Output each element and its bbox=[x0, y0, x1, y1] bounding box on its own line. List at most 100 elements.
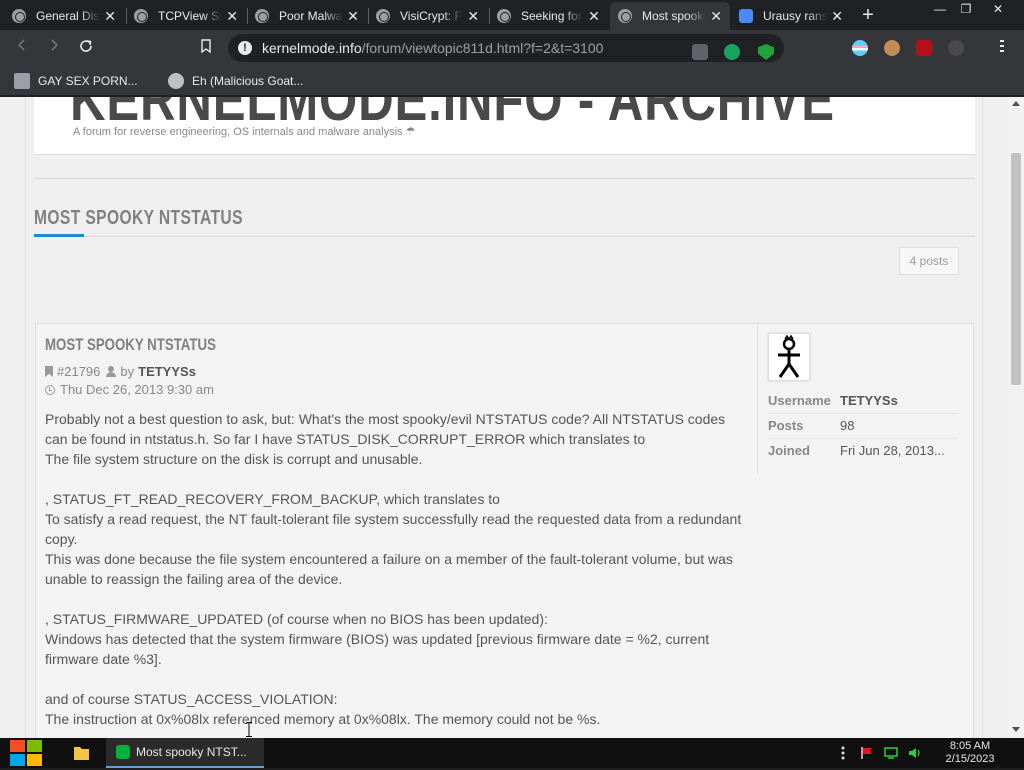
taskbar-clock[interactable]: 8:05 AM 2/15/2023 bbox=[932, 740, 1008, 766]
post-id-link[interactable]: #21796 bbox=[57, 364, 100, 379]
post-paragraph: Windows has detected that the system fir… bbox=[45, 631, 710, 667]
tab-visicrypt[interactable]: VisiCrypt: Fi ✕ bbox=[368, 2, 488, 30]
clock-icon bbox=[45, 384, 55, 395]
post-paragraph: Probably not a best question to ask, but… bbox=[45, 411, 726, 447]
kebab-menu-icon bbox=[1000, 40, 1004, 52]
flag-extension-icon[interactable] bbox=[852, 40, 868, 56]
taskbar-app-browser[interactable]: Most spooky NTST... bbox=[106, 738, 264, 768]
close-icon[interactable]: ✕ bbox=[104, 8, 116, 25]
scroll-up-arrow-icon[interactable] bbox=[1012, 101, 1020, 106]
site-header: KERNELMODE.INFO - ARCHIVE A forum for re… bbox=[34, 97, 975, 155]
close-icon[interactable]: ✕ bbox=[831, 8, 843, 25]
window-close-button[interactable]: ✕ bbox=[982, 0, 1014, 18]
post-spacer bbox=[45, 589, 745, 609]
divider bbox=[34, 178, 975, 179]
shield-extension-icon[interactable] bbox=[758, 44, 774, 60]
post-paragraph: , STATUS_FT_READ_RECOVERY_FROM_BACKUP, w… bbox=[45, 491, 500, 507]
avatar-extension-icon[interactable] bbox=[884, 40, 900, 56]
tab-title: Urausy ransomware bbox=[763, 9, 828, 23]
page-scrollbar[interactable] bbox=[1008, 97, 1024, 738]
profile-label: Username bbox=[768, 393, 831, 408]
close-icon[interactable]: ✕ bbox=[347, 8, 359, 25]
profile-joined: Fri Jun 28, 2013... bbox=[840, 443, 945, 458]
close-icon[interactable]: ✕ bbox=[587, 8, 601, 25]
globe-icon bbox=[497, 9, 511, 23]
tab-general-discussion[interactable]: General Discussion ✕ bbox=[4, 2, 124, 30]
post-profile: Username TETYYSs Posts 98 Joined Fri Jun… bbox=[757, 324, 967, 474]
taskbar: Most spooky NTST... 8:05 AM 2/15/2023 bbox=[0, 738, 1024, 768]
close-icon[interactable]: ✕ bbox=[466, 8, 480, 25]
start-button[interactable] bbox=[8, 740, 44, 766]
extension-icon[interactable] bbox=[948, 40, 964, 56]
volume-icon[interactable] bbox=[908, 746, 922, 760]
restore-button[interactable]: ❐ bbox=[950, 0, 982, 18]
profile-username-row: Username TETYYSs bbox=[768, 390, 958, 414]
text-cursor-icon bbox=[246, 722, 252, 737]
post-paragraph: and of course STATUS_ACCESS_VIOLATION: bbox=[45, 691, 338, 707]
back-button[interactable] bbox=[12, 38, 32, 58]
tab-seeking-for[interactable]: Seeking for ✕ bbox=[489, 2, 609, 30]
folder-icon bbox=[74, 747, 89, 760]
forward-arrow-icon bbox=[51, 39, 59, 51]
tab-most-spooky-ntstatus[interactable]: Most spooky NTSTATUS ✕ bbox=[610, 2, 730, 30]
tab-title: Seeking for bbox=[521, 9, 582, 23]
file-explorer-button[interactable] bbox=[66, 741, 96, 765]
clock-time: 8:05 AM bbox=[949, 740, 991, 752]
globe-icon bbox=[376, 9, 390, 23]
bookmark-item[interactable]: Eh (Malicious Goat... bbox=[168, 72, 303, 90]
post-date-text: Thu Dec 26, 2013 9:30 am bbox=[60, 382, 214, 397]
site-info-icon[interactable]: ! bbox=[238, 41, 252, 55]
tab-title: VisiCrypt: Fi bbox=[400, 9, 463, 23]
tab-poor-malware[interactable]: Poor Malware ✕ bbox=[247, 2, 367, 30]
browser-toolbar: ! kernelmode.info/forum/viewtopic811d.ht… bbox=[0, 30, 1024, 66]
grammar-extension-icon[interactable] bbox=[724, 44, 740, 60]
profile-posts: 98 bbox=[840, 418, 855, 433]
stick-figure-avatar-icon bbox=[778, 334, 800, 378]
tab-strip: General Discussion ✕ TCPView Suspicious … bbox=[0, 0, 1024, 30]
network-icon[interactable] bbox=[884, 746, 898, 760]
bookmark-item[interactable]: GAY SEX PORN... bbox=[14, 72, 138, 90]
post-paragraph: The instruction at 0x%08lx referenced me… bbox=[45, 711, 601, 727]
title-accent-bar bbox=[34, 234, 84, 237]
bookmark-star-button[interactable] bbox=[196, 38, 216, 58]
post-heading[interactable]: MOST SPOOKY NTSTATUS bbox=[45, 335, 216, 355]
bookmarks-bar: GAY SEX PORN... Eh (Malicious Goat... bbox=[0, 66, 1024, 96]
tray-overflow-icon[interactable] bbox=[836, 746, 850, 760]
profile-label: Joined bbox=[768, 443, 810, 458]
close-icon[interactable]: ✕ bbox=[226, 8, 238, 25]
avatar[interactable] bbox=[768, 333, 810, 381]
tab-title: Poor Malware bbox=[279, 9, 343, 23]
ublock-icon[interactable] bbox=[916, 40, 932, 56]
close-icon[interactable]: ✕ bbox=[710, 8, 722, 25]
menu-button[interactable] bbox=[992, 38, 1012, 58]
browser-app-icon bbox=[116, 745, 130, 759]
by-label: by bbox=[120, 364, 135, 379]
post-paragraph: , STATUS_FIRMWARE_UPDATED (of course whe… bbox=[45, 611, 548, 627]
reload-icon bbox=[80, 40, 92, 52]
post-paragraph: The file system structure on the disk is… bbox=[45, 451, 423, 467]
profile-joined-row: Joined Fri Jun 28, 2013... bbox=[768, 440, 958, 464]
scroll-down-arrow-icon[interactable] bbox=[1012, 727, 1020, 732]
site-description: A forum for reverse engineering, OS inte… bbox=[73, 126, 416, 138]
forum-container: KERNELMODE.INFO - ARCHIVE A forum for re… bbox=[25, 97, 983, 738]
post: MOST SPOOKY NTSTATUS #21796 by TETYYSs T… bbox=[35, 323, 974, 738]
topic-title[interactable]: MOST SPOOKY NTSTATUS bbox=[34, 207, 243, 230]
globe-icon bbox=[255, 9, 269, 23]
tab-urausy-ransomware[interactable]: Urausy ransomware ✕ bbox=[731, 2, 851, 30]
post-spacer bbox=[45, 469, 745, 489]
scroll-thumb[interactable] bbox=[1011, 153, 1021, 385]
post-spacer bbox=[45, 669, 745, 689]
flag-tray-icon[interactable] bbox=[860, 746, 874, 760]
profile-username[interactable]: TETYYSs bbox=[840, 393, 898, 408]
author-link[interactable]: TETYYSs bbox=[138, 364, 196, 379]
address-bar[interactable]: ! kernelmode.info/forum/viewtopic811d.ht… bbox=[228, 34, 784, 62]
globe-icon bbox=[134, 9, 148, 23]
blocked-icon[interactable] bbox=[692, 44, 708, 60]
forward-button[interactable] bbox=[44, 38, 64, 58]
tab-tcpview[interactable]: TCPView Suspicious ✕ bbox=[126, 2, 246, 30]
divider bbox=[34, 236, 975, 237]
new-tab-button[interactable]: + bbox=[858, 4, 878, 26]
clock-date: 2/15/2023 bbox=[945, 753, 995, 765]
post-paragraph: This was done because the file system en… bbox=[45, 551, 733, 587]
reload-button[interactable] bbox=[76, 38, 96, 58]
